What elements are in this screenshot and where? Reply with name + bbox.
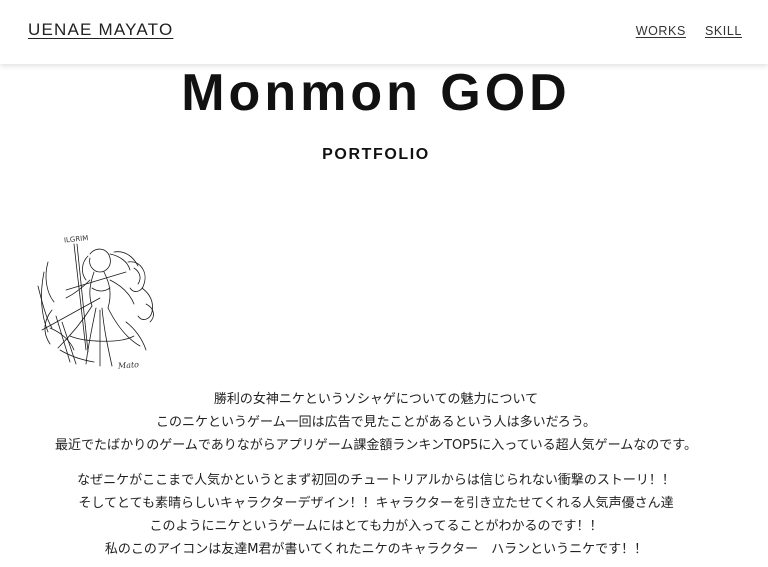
portfolio-page: UENAE MAYATO WORKS SKILL Monmon GOD PORT… xyxy=(0,0,768,567)
description-paragraph-2: なぜニケがここまで人気かというとまず初回のチュートリアルからは信じられない衝撃の… xyxy=(0,469,752,561)
nav-link-works[interactable]: WORKS xyxy=(636,24,686,38)
brand-logo-link[interactable]: UENAE MAYATO xyxy=(28,20,173,40)
description-line: なぜニケがここまで人気かというとまず初回のチュートリアルからは信じられない衝撃の… xyxy=(77,473,675,488)
sketch-signature: Mato xyxy=(117,360,140,371)
description-line: そしてとても素晴らしいキャラクターデザイン！！キャラクターを引き立たせてくれる人… xyxy=(78,496,674,511)
description-paragraph-1: 勝利の女神ニケというソシャゲについての魅力について このニケというゲーム一回は広… xyxy=(0,388,752,457)
nav-link-skill[interactable]: SKILL xyxy=(705,24,742,38)
hero-title: Monmon GOD xyxy=(181,64,571,122)
main-nav: WORKS SKILL xyxy=(636,24,742,38)
description-line: 勝利の女神ニケというソシャゲについての魅力について xyxy=(213,392,539,407)
description-line: 私のこのアイコンは友達M君が書いてくれたニケのキャラクター ハランというニケです… xyxy=(104,542,648,557)
character-sketch-image: ILGRIM Mato xyxy=(30,232,164,380)
description-line: このようにニケというゲームにはとても力が入ってることがわかるのです！！ xyxy=(149,519,603,534)
hero-subtitle: PORTFOLIO xyxy=(322,146,430,163)
description-line: このニケというゲーム一回は広告で見たことがあるという人は多いだろう。 xyxy=(155,415,597,430)
description-line: 最近でたばかりのゲームでありながらアプリゲーム課金額ランキンTOP5に入っている… xyxy=(55,438,697,453)
site-header: UENAE MAYATO WORKS SKILL xyxy=(0,0,768,64)
sketch-caption: ILGRIM xyxy=(64,234,89,245)
